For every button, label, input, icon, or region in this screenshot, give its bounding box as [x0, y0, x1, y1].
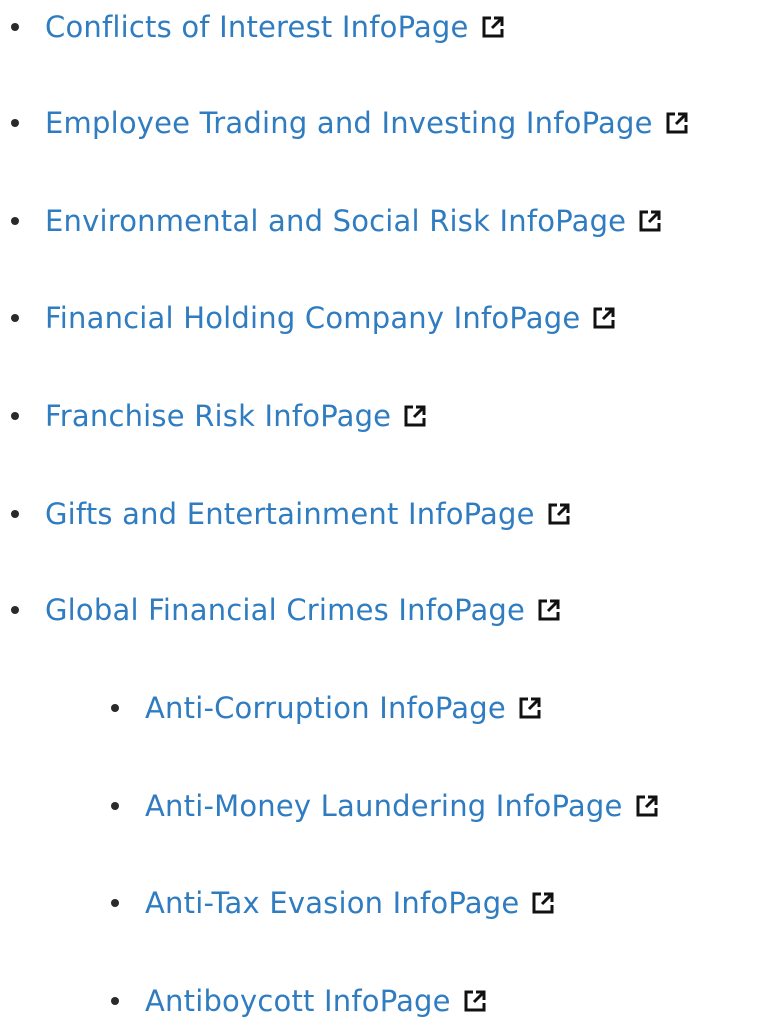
link-gifts-entertainment[interactable]: Gifts and Entertainment InfoPage	[45, 494, 571, 534]
link-label: Franchise Risk InfoPage	[45, 399, 392, 433]
link-anti-tax-evasion[interactable]: Anti-Tax Evasion InfoPage	[145, 883, 555, 923]
external-link-icon	[481, 15, 505, 39]
link-global-financial-crimes[interactable]: Global Financial Crimes InfoPage	[45, 590, 561, 630]
link-antiboycott[interactable]: Antiboycott InfoPage	[145, 981, 487, 1021]
bullet-icon	[11, 217, 19, 225]
link-label: Anti-Money Laundering InfoPage	[145, 789, 623, 823]
link-financial-holding-company[interactable]: Financial Holding Company InfoPage	[45, 298, 616, 338]
external-link-icon	[665, 111, 689, 135]
link-anti-corruption[interactable]: Anti-Corruption InfoPage	[145, 688, 542, 728]
bullet-icon	[11, 412, 19, 420]
link-environmental-social-risk[interactable]: Environmental and Social Risk InfoPage	[45, 201, 662, 241]
link-label: Anti-Corruption InfoPage	[145, 691, 506, 725]
external-link-icon	[518, 696, 542, 720]
link-label: Global Financial Crimes InfoPage	[45, 593, 526, 627]
link-label: Conflicts of Interest InfoPage	[45, 10, 469, 44]
link-label: Antiboycott InfoPage	[145, 984, 451, 1018]
external-link-icon	[635, 794, 659, 818]
external-link-icon	[547, 502, 571, 526]
infopage-links-list: Conflicts of Interest InfoPage Employee …	[0, 0, 760, 1019]
link-franchise-risk[interactable]: Franchise Risk InfoPage	[45, 396, 427, 436]
bullet-icon	[11, 510, 19, 518]
bullet-icon	[111, 997, 119, 1005]
link-employee-trading[interactable]: Employee Trading and Investing InfoPage	[45, 103, 689, 143]
link-label: Environmental and Social Risk InfoPage	[45, 204, 627, 238]
external-link-icon	[463, 989, 487, 1013]
bullet-icon	[11, 119, 19, 127]
link-conflicts-of-interest[interactable]: Conflicts of Interest InfoPage	[45, 7, 505, 47]
bullet-icon	[111, 802, 119, 810]
external-link-icon	[537, 598, 561, 622]
link-anti-money-laundering[interactable]: Anti-Money Laundering InfoPage	[145, 786, 659, 826]
external-link-icon	[403, 404, 427, 428]
bullet-icon	[11, 23, 19, 31]
link-label: Anti-Tax Evasion InfoPage	[145, 886, 520, 920]
external-link-icon	[638, 209, 662, 233]
bullet-icon	[111, 704, 119, 712]
bullet-icon	[111, 899, 119, 907]
link-label: Financial Holding Company InfoPage	[45, 301, 581, 335]
bullet-icon	[11, 314, 19, 322]
external-link-icon	[592, 306, 616, 330]
external-link-icon	[531, 891, 555, 915]
bullet-icon	[11, 606, 19, 614]
link-label: Employee Trading and Investing InfoPage	[45, 106, 653, 140]
link-label: Gifts and Entertainment InfoPage	[45, 497, 535, 531]
